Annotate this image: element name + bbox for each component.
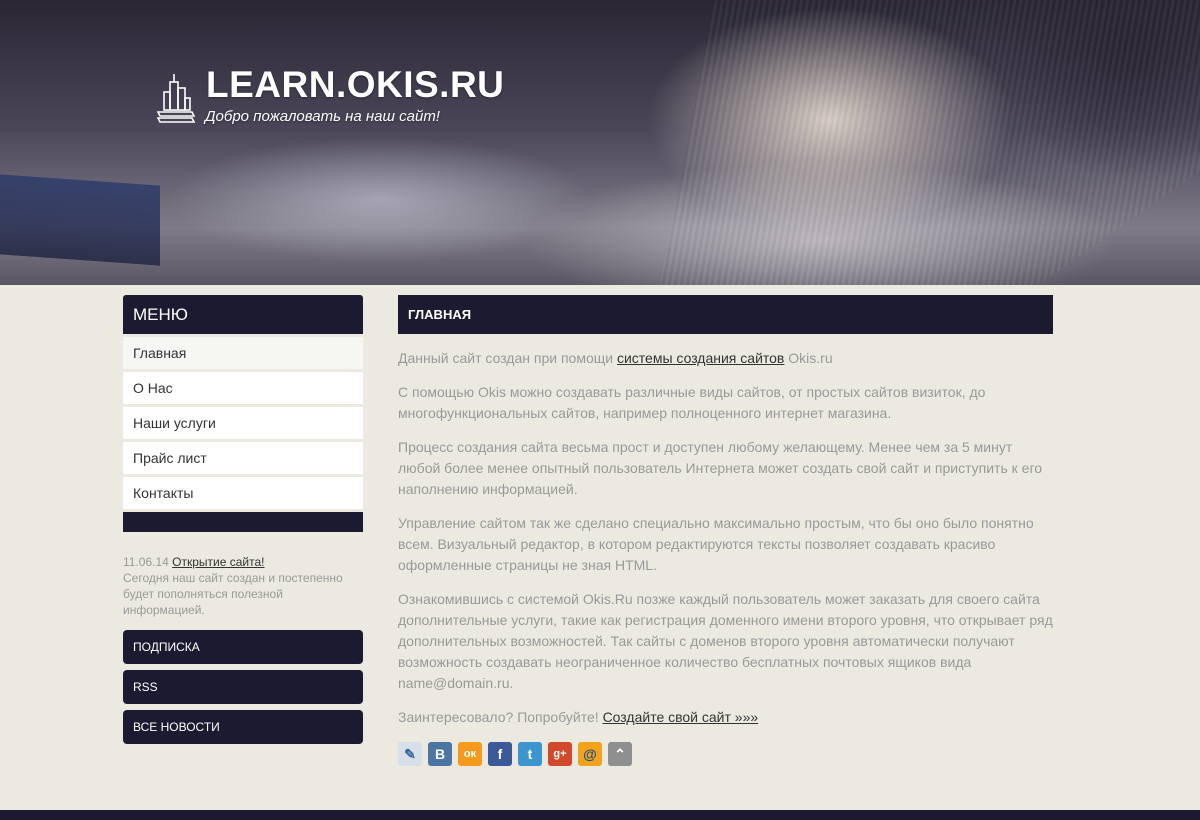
sidebar: МЕНЮ Главная О Нас Наши услуги Прайс лис… [123,295,363,744]
banner-photo-detail [0,174,160,266]
menu-item-about[interactable]: О Нас [123,372,363,404]
paragraph-text: Данный сайт создан при помощи [398,350,617,366]
news-text: Сегодня наш сайт создан и постепенно буд… [123,571,343,617]
subscribe-button[interactable]: ПОДПИСКА [123,630,363,664]
share-buttons: ✎ Вок f t g+ @ ⌃ [398,742,1053,766]
mail-ru-icon[interactable]: @ [578,742,602,766]
paragraph-1: Данный сайт создан при помощи системы со… [398,348,1053,369]
header-banner: LEARN.OKIS.RU Добро пожаловать на наш са… [0,0,1200,285]
facebook-icon[interactable]: f [488,742,512,766]
banner-photo [660,0,1200,285]
page-title: ГЛАВНАЯ [398,295,1053,334]
paragraph-3: Процесс создания сайта весьма прост и до… [398,439,1043,497]
paragraph-2: С помощью Okis можно создавать различные… [398,384,986,421]
paragraph-text: Заинтересовало? Попробуйте! [398,709,603,725]
site-title[interactable]: LEARN.OKIS.RU [206,64,504,106]
paragraph-text: Okis.ru [784,350,833,366]
paragraph-4: Управление сайтом так же сделано специал… [398,515,1034,573]
all-news-button[interactable]: ВСЕ НОВОСТИ [123,710,363,744]
news-block: 11.06.14 Открытие сайта! Сегодня наш сай… [123,554,363,618]
more-icon[interactable]: ⌃ [608,742,632,766]
rss-button[interactable]: RSS [123,670,363,704]
odnoklassniki-icon[interactable]: ок [458,742,482,766]
paragraph-6: Заинтересовало? Попробуйте! Создайте сво… [398,707,1053,728]
site-slogan: Добро пожаловать на наш сайт! [205,108,440,125]
twitter-icon[interactable]: t [518,742,542,766]
menu-item-contacts[interactable]: Контакты [123,477,363,509]
menu-footer-bar [123,512,363,532]
livejournal-icon[interactable]: ✎ [398,742,422,766]
cms-link[interactable]: системы создания сайтов [617,350,784,366]
create-site-link[interactable]: Создайте свой сайт »»» [603,709,759,725]
vkontakte-icon[interactable]: В [428,742,452,766]
city-logo-icon[interactable] [156,72,196,126]
menu-title: МЕНЮ [123,295,363,334]
footer-bar [0,810,1200,820]
menu-item-price-list[interactable]: Прайс лист [123,442,363,474]
main-content: ГЛАВНАЯ Данный сайт создан при помощи си… [398,295,1053,766]
menu-item-services[interactable]: Наши услуги [123,407,363,439]
news-link[interactable]: Открытие сайта! [172,555,264,569]
paragraph-5: Ознакомившись с системой Okis.Ru позже к… [398,591,1053,691]
news-date: 11.06.14 [123,555,169,569]
google-plus-icon[interactable]: g+ [548,742,572,766]
menu-item-home[interactable]: Главная [123,337,363,369]
